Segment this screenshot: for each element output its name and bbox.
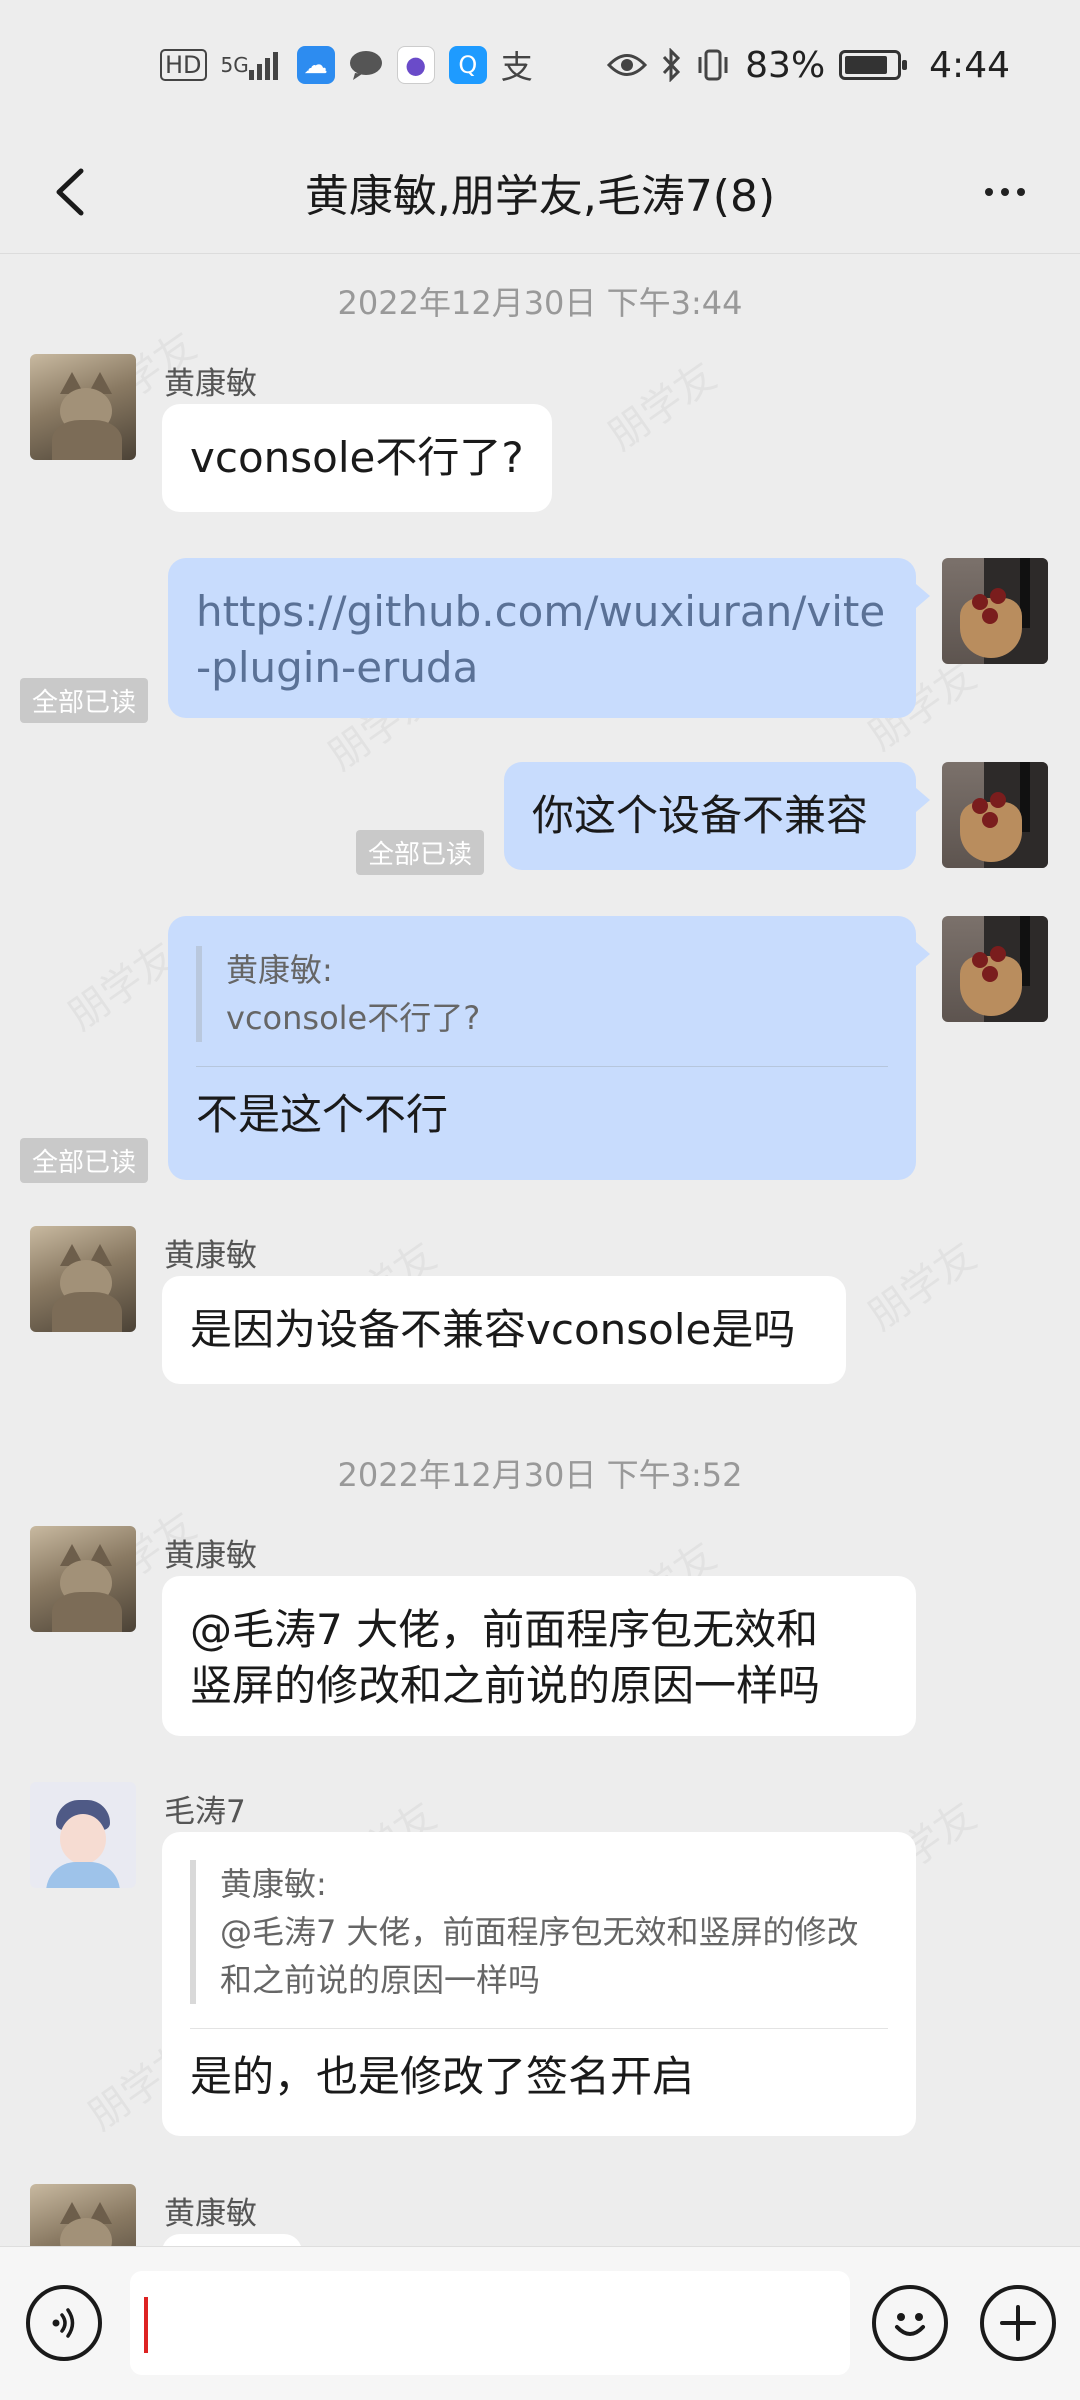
- message-bubble[interactable]: [162, 2234, 302, 2246]
- plus-icon: [1000, 2305, 1036, 2341]
- more-button[interactable]: [970, 162, 1040, 222]
- message-bubble[interactable]: 你这个设备不兼容: [504, 762, 930, 870]
- message-input[interactable]: [130, 2271, 850, 2375]
- user-avatar[interactable]: [30, 1782, 136, 1888]
- message-bubble[interactable]: vconsole不行了?: [162, 404, 552, 512]
- read-status-badge: 全部已读: [20, 1138, 149, 1183]
- message-text: 是因为设备不兼容vconsole是吗: [190, 1305, 796, 1354]
- hd-icon: HD: [160, 49, 207, 81]
- quote-text-line: 和之前说的原因一样吗: [220, 1961, 541, 1999]
- link-message-bubble[interactable]: https://github.com/wuxiuran/vite -plugin…: [168, 558, 930, 718]
- eye-icon: [607, 52, 648, 78]
- sender-name: 黄康敏: [164, 1238, 257, 1274]
- vibrate-icon: [695, 49, 731, 81]
- plus-button[interactable]: [980, 2285, 1056, 2361]
- voice-button[interactable]: [26, 2285, 102, 2361]
- cat-avatar[interactable]: [30, 1226, 136, 1332]
- quote-divider: [196, 1066, 888, 1067]
- input-bar: [0, 2246, 1080, 2400]
- quote-text-line: @毛涛7 大佬，前面程序包无效和竖屏的修改: [220, 1913, 859, 1951]
- message-bubble[interactable]: 是因为设备不兼容vconsole是吗: [162, 1276, 846, 1384]
- signal-icon: 5G: [221, 50, 283, 80]
- sender-name: 毛涛7: [164, 1794, 246, 1830]
- more-icon: [985, 188, 993, 196]
- quote-text: vconsole不行了?: [226, 999, 481, 1037]
- text-cursor: [144, 2297, 148, 2353]
- timestamp: 2022年12月30日 下午3:52: [337, 1456, 743, 1494]
- watermark: 朋学友: [854, 1225, 986, 1341]
- message-icon: [349, 49, 383, 81]
- quoted-message[interactable]: 黄康敏: @毛涛7 大佬，前面程序包无效和竖屏的修改 和之前说的原因一样吗: [190, 1860, 888, 2004]
- timestamp: 2022年12月30日 下午3:44: [337, 284, 743, 322]
- status-left: HD 5G ☁ ● Q 支: [160, 42, 533, 88]
- watermark: 朋学友: [54, 925, 186, 1041]
- message-text: 不是这个不行: [196, 1090, 449, 1139]
- read-status-badge: 全部已读: [356, 830, 485, 875]
- weather-icon: ☁: [296, 46, 335, 84]
- quoted-message-bubble[interactable]: 黄康敏: vconsole不行了? 不是这个不行: [168, 916, 930, 1180]
- chat-area[interactable]: 朋学友 朋学友 朋学友 朋学友 朋学友 朋学友 朋学友 朋学友 朋学友 朋学友 …: [0, 254, 1080, 2246]
- battery-percent: 83%: [745, 44, 826, 86]
- sender-name: 黄康敏: [164, 1538, 257, 1574]
- cat-avatar[interactable]: [30, 354, 136, 460]
- chat-header: 黄康敏,朋学友,毛涛7(8): [0, 130, 1080, 254]
- status-right: 83% 4:44: [607, 45, 1010, 86]
- voice-icon: [52, 2308, 75, 2338]
- chat-title: 黄康敏,朋学友,毛涛7(8): [304, 170, 776, 222]
- cat-avatar[interactable]: [30, 1526, 136, 1632]
- clock: 4:44: [929, 44, 1010, 86]
- quote-author: 黄康敏:: [226, 951, 333, 989]
- message-text: vconsole不行了?: [190, 433, 524, 482]
- suit-bouquet-avatar[interactable]: [942, 558, 1048, 664]
- status-bar: HD 5G ☁ ● Q 支 83% 4:44: [0, 0, 1080, 130]
- read-status-badge: 全部已读: [20, 678, 149, 723]
- emoji-icon: [895, 2313, 925, 2336]
- alipay-icon: 支: [500, 48, 533, 86]
- quoted-message[interactable]: 黄康敏: vconsole不行了?: [196, 946, 888, 1042]
- message-text: 是的，也是修改了签名开启: [190, 2052, 695, 2101]
- suit-bouquet-avatar[interactable]: [942, 916, 1048, 1022]
- message-text-line: 竖屏的修改和之前说的原因一样吗: [190, 1661, 821, 1710]
- message-link-line[interactable]: https://github.com/wuxiuran/vite: [196, 584, 888, 640]
- back-button[interactable]: [40, 162, 100, 222]
- message-text-line: @毛涛7 大佬，前面程序包无效和: [190, 1605, 819, 1654]
- app-icon: ●: [396, 46, 435, 84]
- emoji-button[interactable]: [872, 2285, 948, 2361]
- signal-bars-icon: [248, 52, 278, 80]
- message-link-line[interactable]: -plugin-eruda: [196, 640, 888, 696]
- quoted-message-bubble[interactable]: 黄康敏: @毛涛7 大佬，前面程序包无效和竖屏的修改 和之前说的原因一样吗 是的…: [162, 1832, 916, 2136]
- more-icon-dot: [1017, 188, 1025, 196]
- signal-label: 5G: [220, 53, 249, 77]
- back-arrow-icon: [56, 168, 84, 216]
- quote-divider: [190, 2028, 888, 2029]
- search-app-icon: Q: [448, 46, 487, 84]
- watermark: 朋学友: [594, 345, 726, 461]
- sender-name: 黄康敏: [164, 2196, 257, 2232]
- bluetooth-icon: [661, 48, 681, 82]
- message-bubble[interactable]: @毛涛7 大佬，前面程序包无效和 竖屏的修改和之前说的原因一样吗: [162, 1576, 916, 1736]
- suit-bouquet-avatar[interactable]: [942, 762, 1048, 868]
- battery-level: [845, 56, 887, 74]
- quote-author: 黄康敏:: [220, 1865, 327, 1903]
- sender-name: 黄康敏: [164, 366, 257, 402]
- more-icon-dot: [1001, 188, 1009, 196]
- battery-icon: [839, 50, 908, 80]
- cat-avatar[interactable]: [30, 2184, 136, 2246]
- message-text: 你这个设备不兼容: [532, 791, 869, 840]
